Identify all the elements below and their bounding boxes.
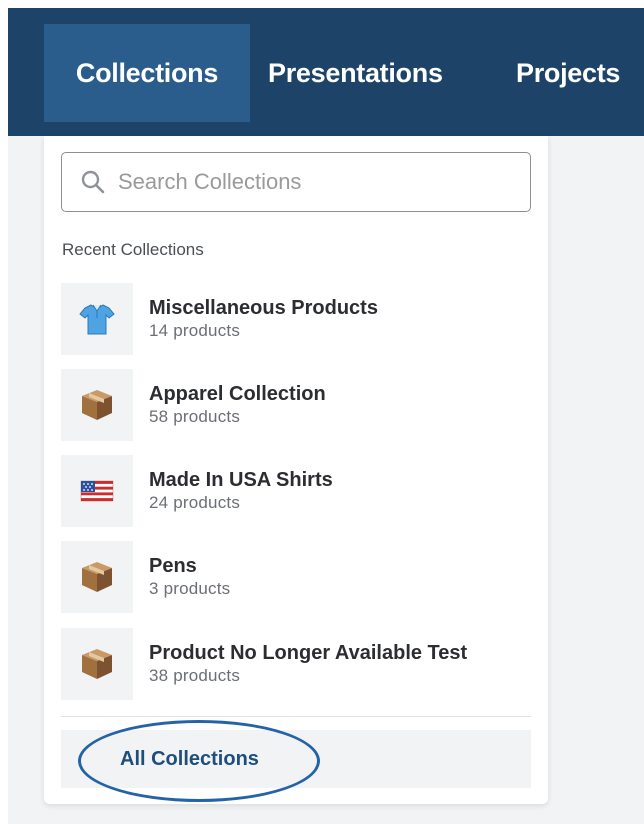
item-count: 38 products bbox=[149, 666, 241, 685]
item-count: 58 products bbox=[149, 407, 241, 426]
recent-collections-heading: Recent Collections bbox=[62, 240, 204, 259]
item-name: Product No Longer Available Test bbox=[149, 642, 468, 664]
tab-presentations[interactable]: Presentations bbox=[264, 24, 480, 122]
item-count: 24 products bbox=[149, 493, 241, 512]
all-collections-label: All Collections bbox=[120, 747, 259, 770]
item-name: Made In USA Shirts bbox=[149, 469, 333, 491]
top-edge bbox=[0, 0, 644, 8]
item-thumbnail bbox=[61, 541, 133, 613]
top-navbar: Collections Presentations Projects bbox=[8, 8, 644, 136]
item-count: 14 products bbox=[149, 321, 241, 340]
tab-projects[interactable]: Projects bbox=[516, 24, 644, 122]
collections-dropdown: Recent Collections Miscellaneous Product… bbox=[44, 136, 548, 804]
box-icon bbox=[82, 390, 112, 420]
box-icon bbox=[82, 649, 112, 679]
item-thumbnail bbox=[61, 369, 133, 441]
left-edge bbox=[0, 0, 8, 824]
all-collections-link[interactable]: All Collections bbox=[61, 730, 531, 788]
box-icon bbox=[82, 562, 112, 592]
list-item-pens[interactable]: Pens 3 products bbox=[61, 541, 531, 613]
usa-flag-icon bbox=[80, 480, 114, 502]
list-item-miscellaneous-products[interactable]: Miscellaneous Products 14 products bbox=[61, 283, 531, 355]
list-item-product-no-longer-available-test[interactable]: Product No Longer Available Test 38 prod… bbox=[61, 628, 531, 700]
shirt-icon bbox=[79, 304, 115, 335]
item-thumbnail bbox=[61, 628, 133, 700]
search-input[interactable] bbox=[118, 169, 498, 195]
search-icon bbox=[81, 170, 105, 194]
item-thumbnail bbox=[61, 283, 133, 355]
divider bbox=[61, 716, 531, 717]
item-count: 3 products bbox=[149, 579, 231, 598]
list-item-made-in-usa-shirts[interactable]: Made In USA Shirts 24 products bbox=[61, 455, 531, 527]
tab-collections[interactable]: Collections bbox=[44, 24, 250, 122]
list-item-apparel-collection[interactable]: Apparel Collection 58 products bbox=[61, 369, 531, 441]
item-name: Pens bbox=[149, 555, 197, 577]
item-thumbnail bbox=[61, 455, 133, 527]
search-box bbox=[61, 152, 531, 212]
item-name: Apparel Collection bbox=[149, 383, 326, 405]
item-name: Miscellaneous Products bbox=[149, 297, 378, 319]
